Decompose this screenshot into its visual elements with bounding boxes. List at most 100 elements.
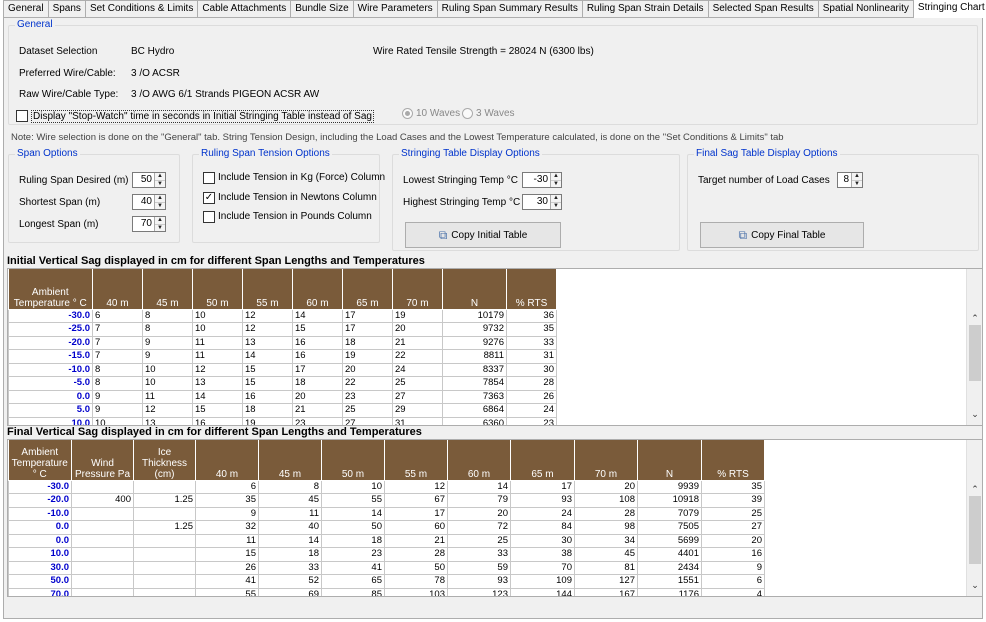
temperature-cell[interactable]: 5.0 (8, 403, 93, 418)
tab-selected-span-results[interactable]: Selected Span Results (707, 0, 819, 17)
table-cell[interactable]: 85 (321, 587, 385, 596)
table-cell[interactable]: 17 (342, 322, 393, 337)
table-row[interactable]: 5.0 9 12 15 18 21 25 29 6864 24 (8, 403, 557, 418)
table-cell[interactable]: 27 (342, 416, 393, 425)
tab-stringing-chart[interactable]: Stringing Chart (912, 0, 986, 18)
table-cell[interactable]: 13 (242, 335, 293, 350)
table-cell[interactable]: 7 (92, 349, 143, 364)
table-cell[interactable]: 26 (506, 389, 557, 404)
table-cell[interactable]: 10 (142, 376, 193, 391)
table-cell[interactable]: 20 (574, 479, 638, 494)
table-cell[interactable] (133, 533, 196, 548)
table-cell[interactable]: 13 (192, 376, 243, 391)
stepper-buttons[interactable]: ▲ ▼ (154, 173, 165, 187)
table-cell[interactable]: 18 (242, 403, 293, 418)
temperature-cell[interactable]: -20.0 (8, 493, 72, 508)
table-cell[interactable]: 7 (92, 322, 143, 337)
initial-grid-scrollbar[interactable]: ⌃ ⌄ (966, 269, 982, 425)
table-row[interactable]: -30.0 6 8 10 12 14 17 20 9939 35 (8, 479, 765, 494)
table-cell[interactable]: 52 (258, 574, 322, 589)
table-cell[interactable]: 12 (242, 322, 293, 337)
table-cell[interactable] (71, 547, 134, 562)
table-cell[interactable]: 9 (92, 403, 143, 418)
table-cell[interactable]: 45 (574, 547, 638, 562)
ruling-span-stepper[interactable]: 50 ▲ ▼ (132, 172, 166, 188)
table-cell[interactable]: 22 (392, 349, 443, 364)
scroll-up-icon[interactable]: ⌃ (967, 484, 982, 495)
table-cell[interactable] (133, 587, 196, 596)
table-cell[interactable]: 6 (92, 308, 143, 323)
table-cell[interactable] (133, 574, 196, 589)
newton-checkbox[interactable]: ✓ (203, 192, 215, 204)
final-sag-grid[interactable]: Ambient Temperature ° C Wind Pressure Pa I… (7, 439, 983, 597)
table-cell[interactable]: 29 (392, 403, 443, 418)
table-cell[interactable]: 17 (384, 506, 448, 521)
table-cell[interactable]: 50 (321, 520, 385, 535)
copy-initial-table-button[interactable]: ⧉ Copy Initial Table (405, 222, 561, 248)
table-cell[interactable]: 108 (574, 493, 638, 508)
table-cell[interactable]: 11 (192, 335, 243, 350)
table-cell[interactable]: 59 (447, 560, 511, 575)
table-cell[interactable]: 12 (142, 403, 193, 418)
stepper-buttons[interactable]: ▲ ▼ (851, 173, 862, 187)
scroll-down-icon[interactable]: ⌄ (967, 580, 982, 591)
table-cell[interactable]: 167 (574, 587, 638, 596)
table-cell[interactable]: 109 (510, 574, 575, 589)
table-cell[interactable] (71, 506, 134, 521)
table-cell[interactable]: 27 (392, 389, 443, 404)
table-cell[interactable]: 14 (321, 506, 385, 521)
table-row[interactable]: 70.0 55 69 85 103 123 144 167 1176 4 (8, 587, 765, 596)
table-cell[interactable]: 14 (192, 389, 243, 404)
table-cell[interactable]: 20 (701, 533, 765, 548)
table-cell[interactable]: 8 (258, 479, 322, 494)
table-cell[interactable]: 123 (447, 587, 511, 596)
table-row[interactable]: 50.0 41 52 65 78 93 109 127 1551 6 (8, 574, 765, 589)
table-cell[interactable]: 15 (292, 322, 343, 337)
table-cell[interactable]: 31 (506, 349, 557, 364)
table-cell[interactable]: 18 (292, 376, 343, 391)
table-cell[interactable]: 35 (195, 493, 259, 508)
final-grid-scrollbar[interactable]: ⌃ ⌄ (966, 440, 982, 596)
table-cell[interactable]: 10179 (442, 308, 507, 323)
tab-ruling-span-summary-results[interactable]: Ruling Span Summary Results (436, 0, 583, 17)
temperature-cell[interactable]: 10.0 (8, 416, 93, 425)
table-cell[interactable] (71, 533, 134, 548)
table-row[interactable]: -20.0 7 9 11 13 16 18 21 9276 33 (8, 335, 557, 350)
stopwatch-checkbox[interactable] (16, 110, 28, 122)
temperature-cell[interactable]: 50.0 (8, 574, 72, 589)
table-cell[interactable]: 93 (447, 574, 511, 589)
table-cell[interactable]: 8 (92, 362, 143, 377)
table-cell[interactable]: 33 (258, 560, 322, 575)
table-cell[interactable]: 14 (292, 308, 343, 323)
table-cell[interactable]: 12 (384, 479, 448, 494)
target-load-cases-stepper[interactable]: 8 ▲ ▼ (837, 172, 863, 188)
radio-10-waves[interactable] (402, 108, 413, 119)
table-cell[interactable]: 5699 (637, 533, 702, 548)
table-cell[interactable]: 60 (384, 520, 448, 535)
table-cell[interactable]: 11 (142, 389, 193, 404)
table-cell[interactable]: 25 (701, 506, 765, 521)
temperature-cell[interactable]: 70.0 (8, 587, 72, 596)
temperature-cell[interactable]: -30.0 (8, 479, 72, 494)
temperature-cell[interactable]: 10.0 (8, 547, 72, 562)
table-cell[interactable]: 84 (510, 520, 575, 535)
table-cell[interactable]: 27 (701, 520, 765, 535)
table-cell[interactable]: 1.25 (133, 520, 196, 535)
table-cell[interactable]: 26 (195, 560, 259, 575)
lowest-temp-stepper[interactable]: -30 ▲ ▼ (522, 172, 562, 188)
table-cell[interactable]: 6 (195, 479, 259, 494)
table-cell[interactable] (71, 574, 134, 589)
table-cell[interactable]: 14 (447, 479, 511, 494)
table-cell[interactable]: 39 (701, 493, 765, 508)
table-cell[interactable]: 4 (701, 587, 765, 596)
stepper-buttons[interactable]: ▲ ▼ (550, 195, 561, 209)
table-cell[interactable]: 9 (142, 349, 193, 364)
table-cell[interactable]: 30 (506, 362, 557, 377)
radio-3-waves[interactable] (462, 108, 473, 119)
table-cell[interactable]: 12 (242, 308, 293, 323)
table-cell[interactable]: 1551 (637, 574, 702, 589)
table-cell[interactable]: 20 (292, 389, 343, 404)
table-cell[interactable] (71, 560, 134, 575)
table-cell[interactable]: 15 (242, 376, 293, 391)
table-cell[interactable] (133, 547, 196, 562)
